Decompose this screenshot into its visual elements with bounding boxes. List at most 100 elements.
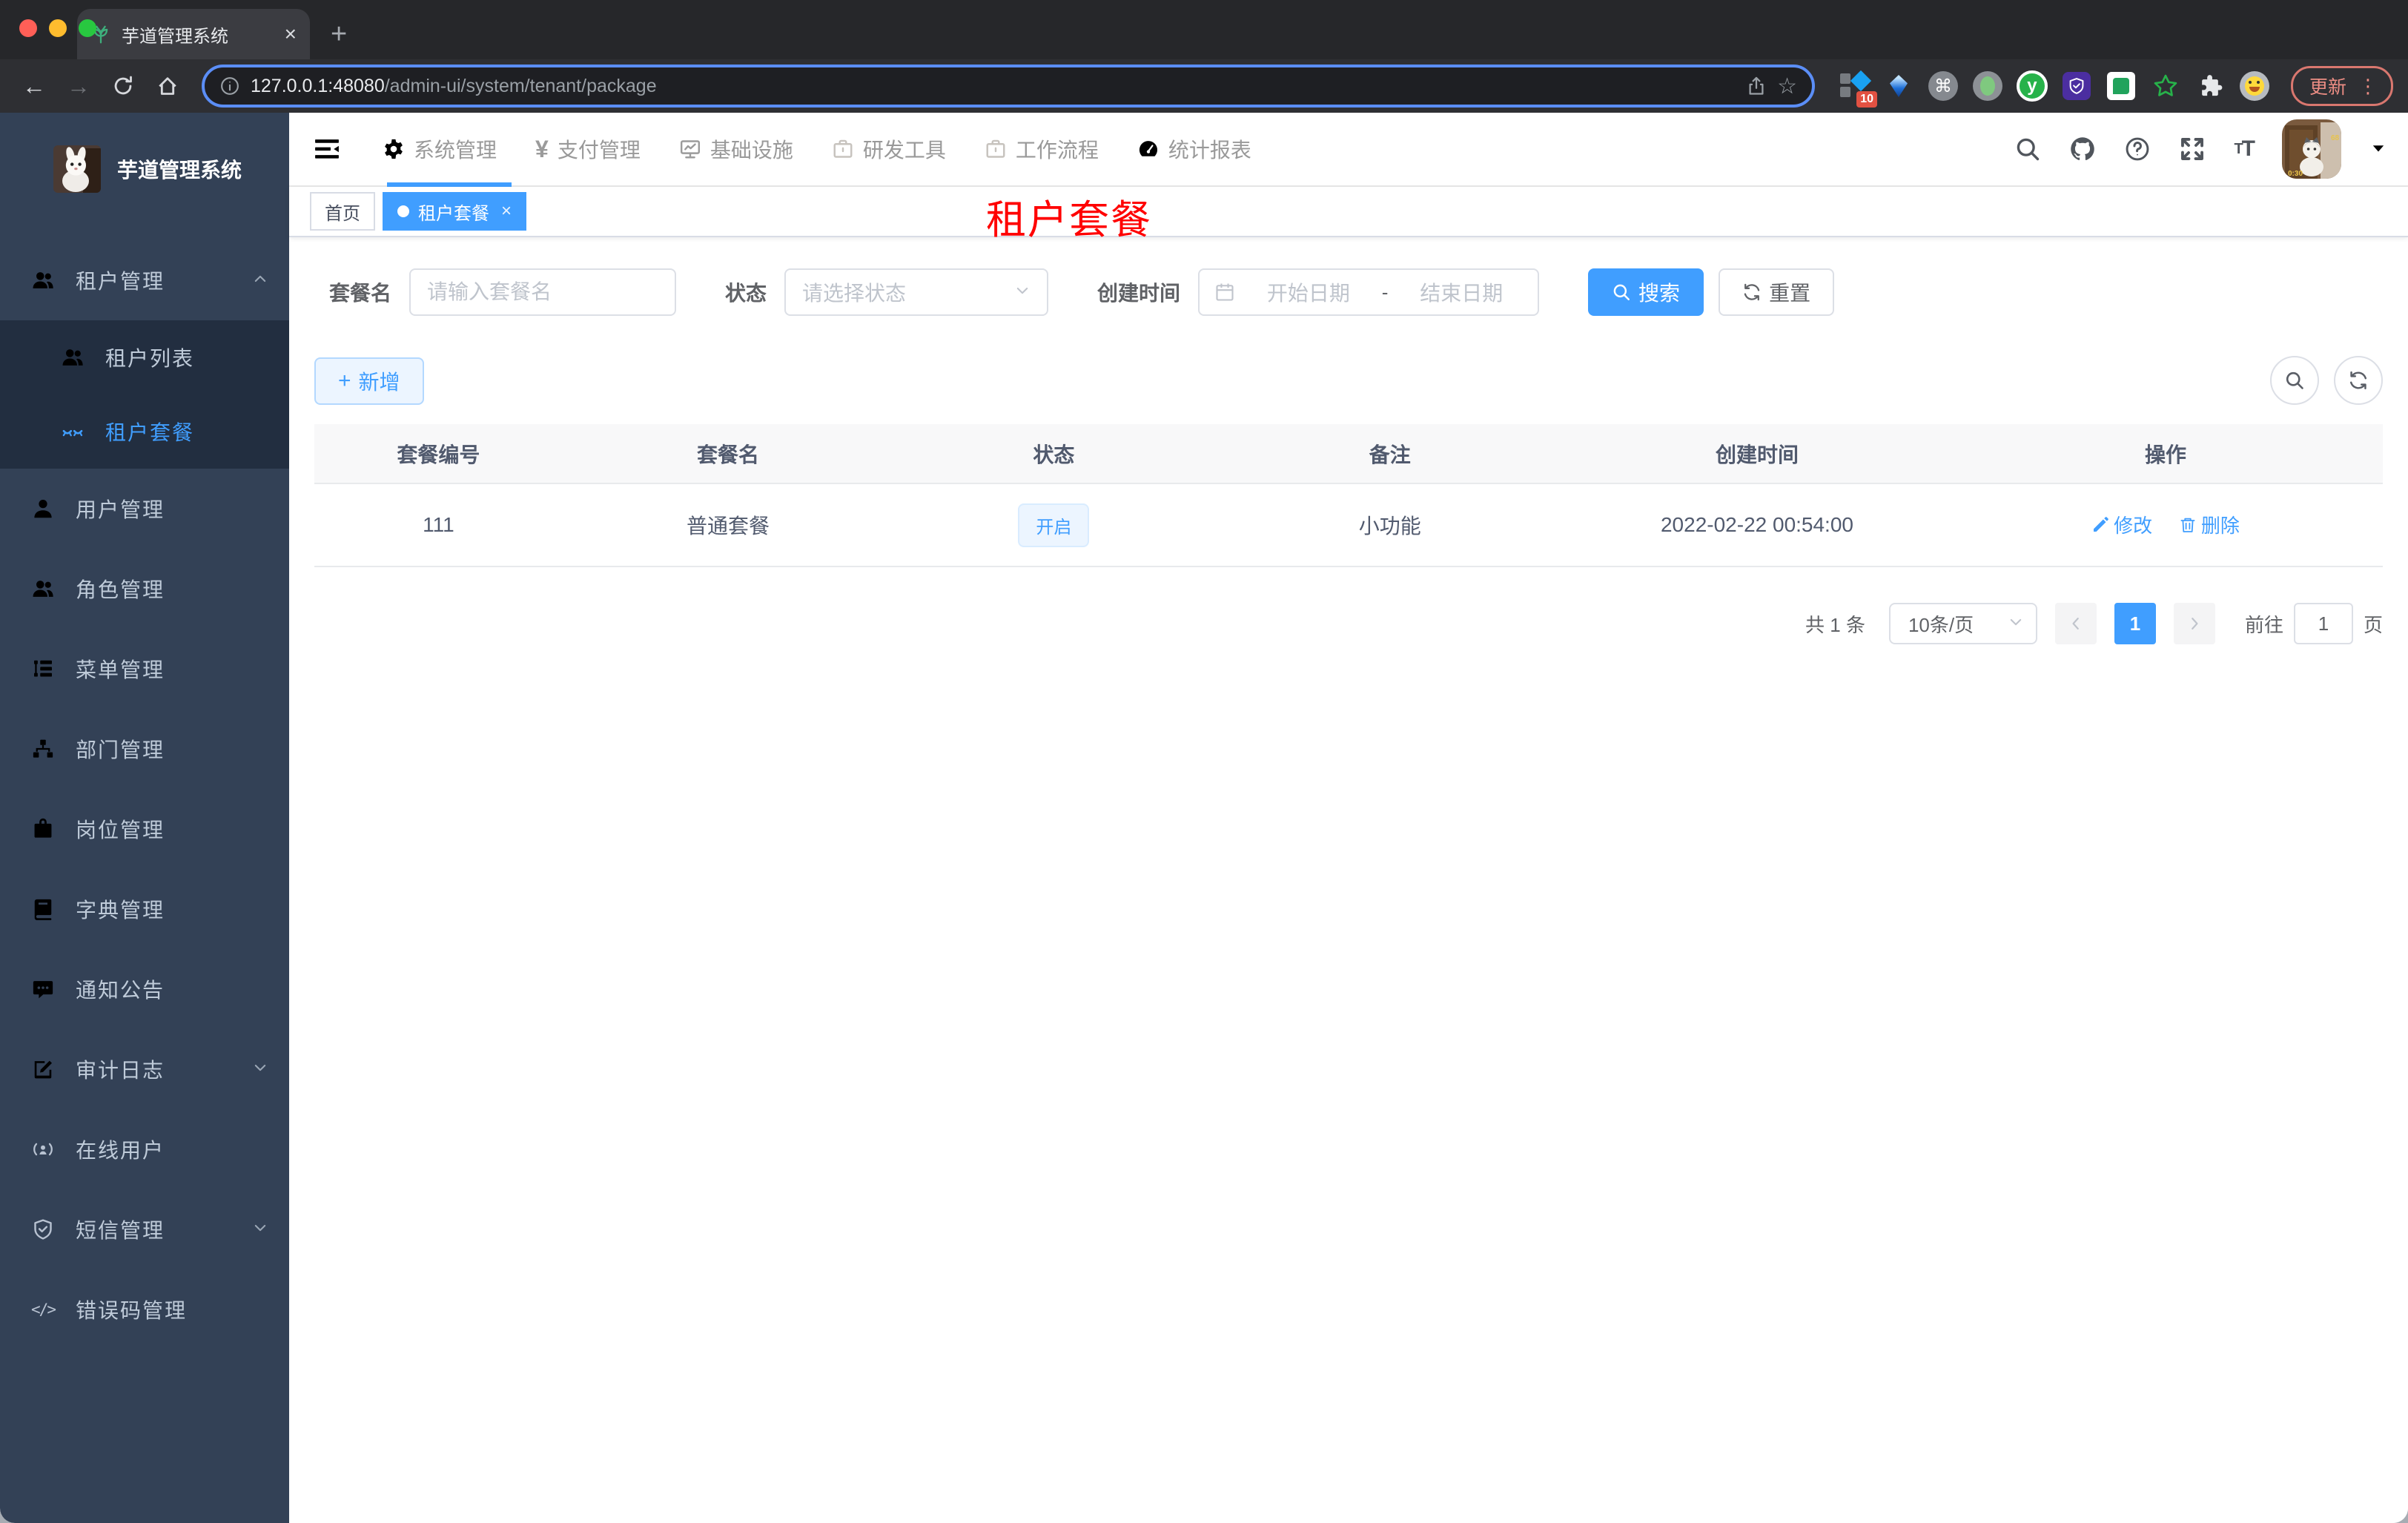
extension-grid-icon[interactable]: 10 — [1839, 70, 1877, 108]
page-unit-label: 页 — [2363, 613, 2383, 636]
top-navbar: 系统管理 ¥ 支付管理 基础设施 研发工具 工作流程 统计报表 T T 68 0… — [289, 113, 2408, 187]
tag-close-icon[interactable]: × — [501, 201, 512, 222]
package-name-input[interactable] — [409, 268, 677, 316]
delete-link[interactable]: 删除 — [2179, 511, 2240, 538]
site-info-icon[interactable] — [219, 76, 240, 96]
share-icon[interactable] — [1746, 76, 1767, 96]
extension-star-icon[interactable] — [2150, 70, 2181, 102]
extension-smiley-icon[interactable] — [2239, 70, 2270, 102]
sidebar-item-user-management[interactable]: 用户管理 — [0, 469, 289, 549]
chevron-up-icon — [252, 268, 268, 292]
top-menu: 系统管理 ¥ 支付管理 基础设施 研发工具 工作流程 统计报表 — [368, 112, 2014, 186]
sidebar-item-notice[interactable]: 通知公告 — [0, 949, 289, 1029]
sidebar: 芋道管理系统 租户管理 租户列表 租户套餐 用户管理 角色管理 菜单管理 部门管… — [0, 113, 289, 1523]
sidebar-item-tenant-package[interactable]: 租户套餐 — [0, 394, 289, 469]
sidebar-item-sms-management[interactable]: 短信管理 — [0, 1189, 289, 1269]
date-range-picker[interactable]: 开始日期 - 结束日期 — [1198, 268, 1540, 316]
extension-dot-icon[interactable] — [1972, 70, 2003, 102]
sidebar-item-error-code[interactable]: </> 错误码管理 — [0, 1269, 289, 1349]
reset-button[interactable]: 重置 — [1719, 268, 1835, 316]
sidebar-item-tenant-management[interactable]: 租户管理 — [0, 240, 289, 320]
next-page-button[interactable] — [2173, 603, 2215, 644]
browser-tab[interactable]: 芋道管理系统 × — [77, 9, 310, 59]
fullscreen-icon[interactable] — [2179, 136, 2206, 162]
chevron-down-icon — [252, 1057, 268, 1081]
sidebar-item-post-management[interactable]: 岗位管理 — [0, 789, 289, 869]
post-icon — [31, 818, 55, 840]
tag-home[interactable]: 首页 — [310, 192, 375, 231]
sidebar-item-dept-management[interactable]: 部门管理 — [0, 709, 289, 789]
zoom-window-button[interactable] — [79, 19, 96, 37]
topnav-item-dev-tools[interactable]: 研发工具 — [817, 112, 961, 186]
prev-page-button[interactable] — [2054, 603, 2097, 644]
github-icon[interactable] — [2069, 136, 2096, 162]
sidebar-item-role-management[interactable]: 角色管理 — [0, 549, 289, 629]
new-tab-button[interactable]: + — [331, 19, 347, 50]
home-button[interactable] — [148, 67, 187, 105]
add-button[interactable]: + 新增 — [314, 357, 424, 405]
sidebar-item-menu-management[interactable]: 菜单管理 — [0, 629, 289, 709]
browser-window: 芋道管理系统 × + ← → 127.0.0.1:48080/admin-ui/… — [0, 0, 2408, 1523]
message-icon — [31, 978, 55, 1000]
avatar-caret-icon[interactable] — [2369, 136, 2387, 163]
sidebar-item-audit-log[interactable]: 审计日志 — [0, 1029, 289, 1109]
online-icon — [31, 1138, 55, 1160]
browser-menu-icon[interactable]: ⋮ — [2358, 75, 2378, 98]
goto-page-input[interactable] — [2293, 603, 2353, 644]
end-date-placeholder: 结束日期 — [1420, 282, 1504, 305]
chevron-down-icon — [2008, 612, 2024, 635]
tab-close-icon[interactable]: × — [285, 22, 297, 46]
sidebar-logo[interactable]: 芋道管理系统 — [0, 132, 289, 206]
sidebar-toggle-button[interactable] — [313, 135, 341, 163]
topnav-item-system[interactable]: 系统管理 — [368, 112, 512, 186]
logo-rabbit-avatar — [53, 145, 101, 193]
topnav-item-infrastructure[interactable]: 基础设施 — [664, 112, 808, 186]
extension-kite-icon[interactable] — [1883, 70, 1914, 102]
window-controls[interactable] — [19, 19, 96, 37]
monitor-icon — [679, 138, 701, 160]
url-text: 127.0.0.1:48080/admin-ui/system/tenant/p… — [251, 75, 657, 96]
edit-link[interactable]: 修改 — [2091, 511, 2152, 538]
bookmark-star-icon[interactable]: ☆ — [1777, 73, 1797, 99]
header-search-icon[interactable] — [2014, 136, 2041, 162]
page-number-1[interactable]: 1 — [2114, 603, 2156, 644]
close-window-button[interactable] — [19, 19, 37, 37]
topnav-item-payment[interactable]: ¥ 支付管理 — [520, 112, 655, 186]
search-button[interactable]: 搜索 — [1588, 268, 1704, 316]
font-size-icon[interactable]: TT — [2234, 136, 2255, 162]
sidebar-item-online-users[interactable]: 在线用户 — [0, 1109, 289, 1189]
navbar-right: TT 68 0:30 — [2014, 119, 2387, 179]
update-button[interactable]: 更新 ⋮ — [2290, 66, 2393, 106]
tag-tenant-package[interactable]: 租户套餐 × — [383, 192, 527, 231]
minimize-window-button[interactable] — [49, 19, 67, 37]
topnav-item-reports[interactable]: 统计报表 — [1122, 112, 1266, 186]
extension-y-icon[interactable]: y — [2016, 70, 2048, 102]
yen-icon: ¥ — [535, 136, 549, 162]
extension-badge: 10 — [1856, 91, 1877, 108]
extension-command-icon[interactable]: ⌘ — [1928, 70, 1959, 102]
url-bar[interactable]: 127.0.0.1:48080/admin-ui/system/tenant/p… — [202, 65, 1815, 108]
cell-actions: 修改 删除 — [1948, 483, 2383, 567]
status-select[interactable]: 请选择状态 — [784, 268, 1049, 316]
topnav-item-workflow[interactable]: 工作流程 — [970, 112, 1114, 186]
goto-label: 前往 — [2244, 613, 2283, 636]
back-button[interactable]: ← — [15, 67, 53, 105]
sidebar-item-tenant-list[interactable]: 租户列表 — [0, 320, 289, 394]
help-icon[interactable] — [2124, 136, 2151, 162]
peoples-icon — [31, 578, 55, 600]
cell-package-id: 111 — [314, 483, 563, 567]
user-avatar[interactable]: 68 0:30 — [2282, 119, 2341, 179]
browser-titlebar: 芋道管理系统 × + — [0, 0, 2408, 59]
extension-chat-icon[interactable] — [2106, 70, 2137, 102]
reload-button[interactable] — [104, 67, 142, 105]
sidebar-menu: 租户管理 租户列表 租户套餐 用户管理 角色管理 菜单管理 部门管理 岗位管理 … — [0, 240, 289, 1349]
svg-text:0:30: 0:30 — [2288, 170, 2303, 178]
extension-shield-icon[interactable] — [2061, 70, 2092, 102]
sidebar-item-dict-management[interactable]: 字典管理 — [0, 869, 289, 949]
page-size-select[interactable]: 10条/页 — [1888, 603, 2037, 644]
toggle-search-button[interactable] — [2270, 356, 2319, 405]
pagination: 共 1 条 10条/页 1 前往 页 — [314, 603, 2383, 644]
forward-button[interactable]: → — [59, 67, 98, 105]
extensions-puzzle-icon[interactable] — [2194, 70, 2226, 102]
refresh-table-button[interactable] — [2334, 356, 2383, 405]
